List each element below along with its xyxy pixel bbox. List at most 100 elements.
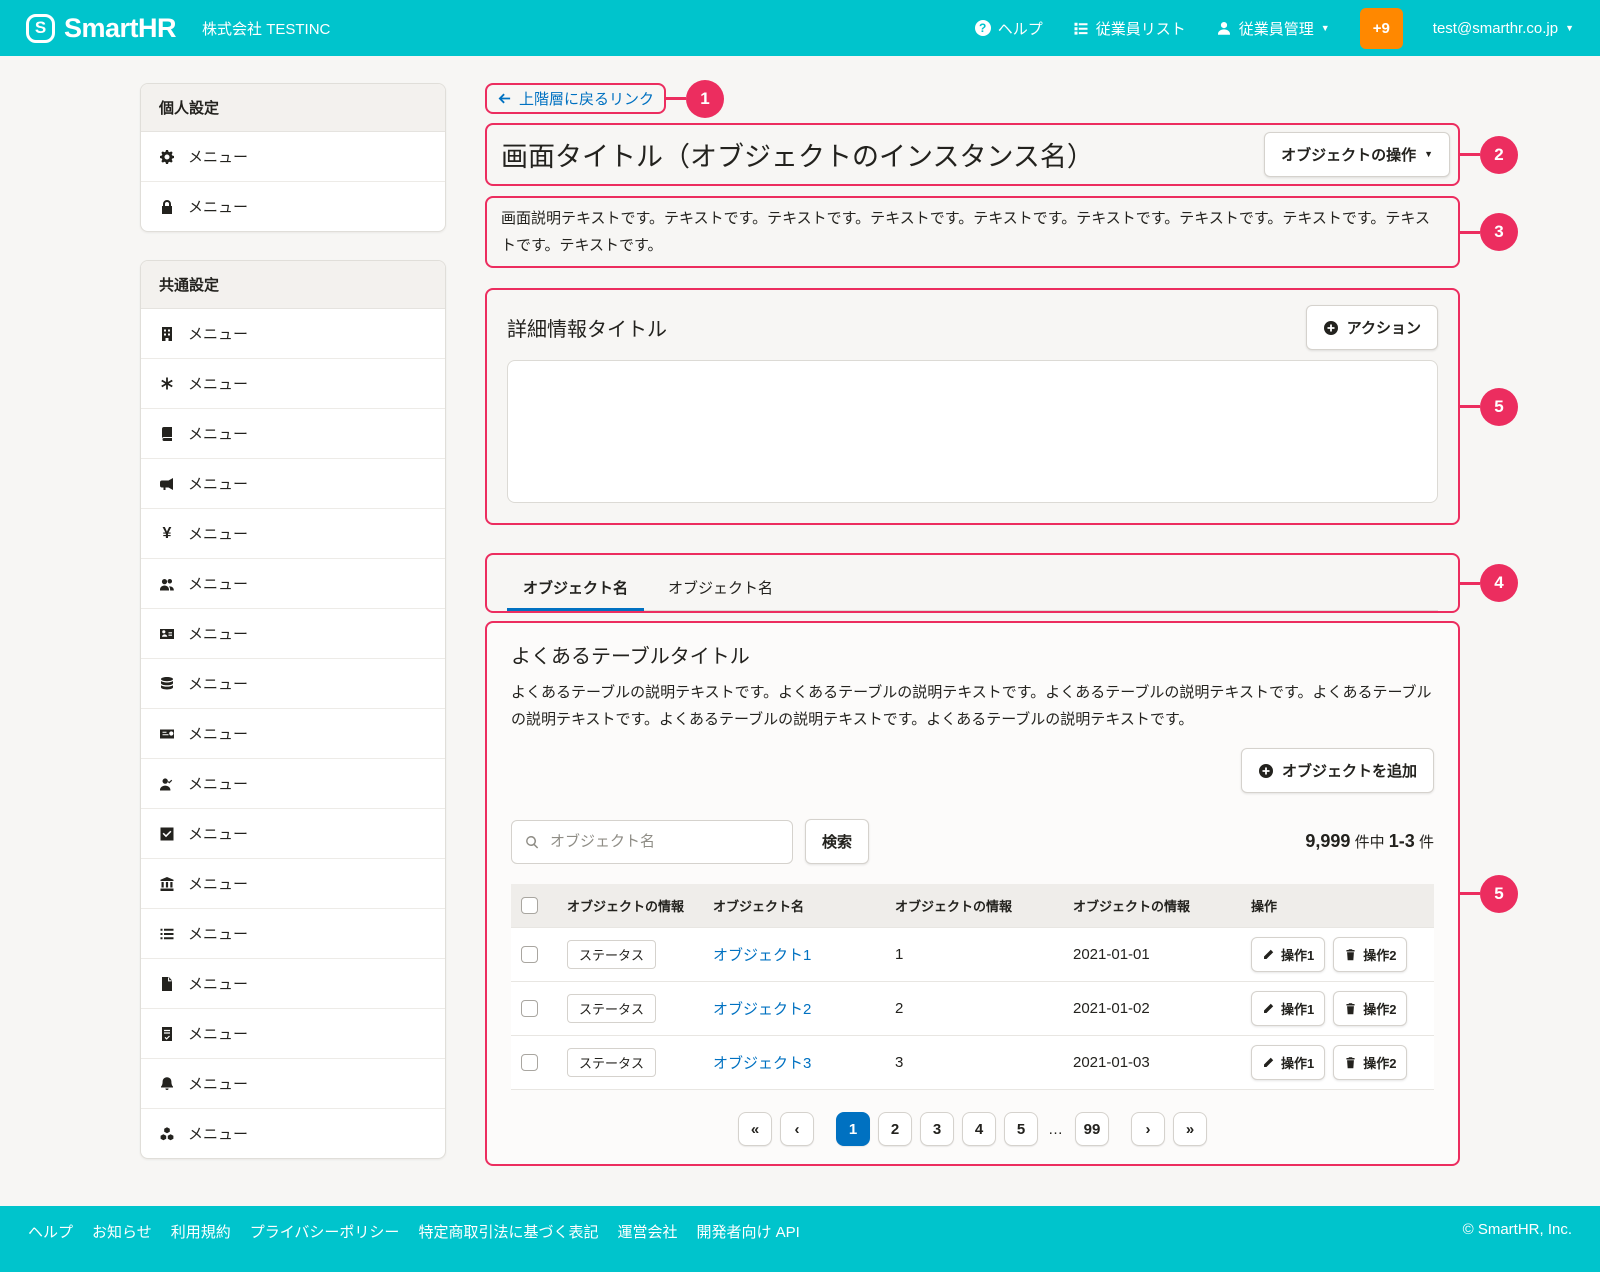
back-to-parent-link[interactable]: 上階層に戻るリンク [497, 88, 654, 109]
sidebar-item-menu[interactable]: メニュー [141, 309, 445, 359]
sidebar-item-menu[interactable]: メニュー [141, 809, 445, 859]
footer-link-developer-api[interactable]: 開発者向け API [696, 1221, 799, 1242]
footer-link-terms[interactable]: 利用規約 [171, 1221, 231, 1242]
sidebar-item-menu[interactable]: メニュー [141, 859, 445, 909]
tab-bar: オブジェクト名 オブジェクト名 [507, 567, 1438, 611]
sidebar-item-menu[interactable]: メニュー [141, 132, 445, 182]
pagination-page-2[interactable]: 2 [878, 1112, 912, 1146]
sidebar-item-menu[interactable]: メニュー [141, 1109, 445, 1158]
object-link[interactable]: オブジェクト2 [713, 1001, 811, 1018]
sidebar-item-label: メニュー [188, 196, 248, 217]
edit-button[interactable]: 操作1 [1251, 1045, 1325, 1080]
table-section-title: よくあるテーブルタイトル [511, 640, 1434, 669]
footer-link-commerce-law[interactable]: 特定商取引法に基づく表記 [418, 1221, 598, 1242]
sidebar-item-menu[interactable]: メニュー [141, 182, 445, 231]
sidebar-item-menu[interactable]: メニュー [141, 1059, 445, 1109]
building-icon [159, 326, 175, 342]
page-title: 画面タイトル（オブジェクトのインスタンス名） [501, 135, 1094, 174]
sidebar-item-menu[interactable]: メニュー [141, 359, 445, 409]
pagination-last-button[interactable]: » [1173, 1112, 1207, 1146]
search-field[interactable] [511, 820, 793, 864]
pagination-page-99[interactable]: 99 [1075, 1112, 1109, 1146]
pagination-first-button[interactable]: « [738, 1112, 772, 1146]
page-description: 画面説明テキストです。テキストです。テキストです。テキストです。テキストです。テ… [501, 210, 1430, 254]
company-name: 株式会社 TESTINC [202, 18, 330, 39]
search-input[interactable] [548, 832, 780, 851]
account-dropdown[interactable]: test@smarthr.co.jp ▼ [1433, 20, 1574, 37]
sidebar-item-label: メニュー [188, 923, 248, 944]
sidebar-item-menu[interactable]: メニュー [141, 409, 445, 459]
result-count-total: 9,999 [1305, 831, 1350, 851]
lock-icon [159, 199, 175, 215]
edit-button[interactable]: 操作1 [1251, 937, 1325, 972]
pagination-next-button[interactable]: › [1131, 1112, 1165, 1146]
delete-button[interactable]: 操作2 [1333, 937, 1407, 972]
sidebar-item-menu[interactable]: メニュー [141, 659, 445, 709]
delete-button-label: 操作2 [1363, 945, 1396, 964]
sidebar-item-menu[interactable]: メニュー [141, 959, 445, 1009]
landmark-icon [159, 876, 175, 892]
sidebar-item-menu[interactable]: メニュー [141, 1009, 445, 1059]
object-link[interactable]: オブジェクト1 [713, 947, 811, 964]
sidebar-item-menu[interactable]: ¥ メニュー [141, 509, 445, 559]
footer-link-privacy[interactable]: プライバシーポリシー [250, 1221, 400, 1242]
sidebar-item-label: メニュー [188, 973, 248, 994]
row-checkbox[interactable] [521, 1000, 538, 1017]
sidebar-item-menu[interactable]: メニュー [141, 609, 445, 659]
annotation-badge-2: 2 [1480, 136, 1518, 174]
sidebar-item-label: メニュー [188, 473, 248, 494]
users-icon [159, 576, 175, 592]
footer-link-company[interactable]: 運営会社 [617, 1221, 677, 1242]
row-checkbox[interactable] [521, 1054, 538, 1071]
notification-count-badge[interactable]: +9 [1360, 8, 1403, 49]
employee-list-nav-link[interactable]: 従業員リスト [1073, 18, 1186, 39]
employee-admin-dropdown[interactable]: 従業員管理 ▼ [1216, 18, 1330, 39]
edit-button[interactable]: 操作1 [1251, 991, 1325, 1026]
pagination-prev-button[interactable]: ‹ [780, 1112, 814, 1146]
row-checkbox[interactable] [521, 946, 538, 963]
tab-object-1[interactable]: オブジェクト名 [507, 567, 644, 610]
back-link-annotation-box: 上階層に戻るリンク 1 [485, 83, 666, 114]
object-info-cell: 1 [885, 928, 1063, 982]
delete-button[interactable]: 操作2 [1333, 1045, 1407, 1080]
table-section-annotation-box: よくあるテーブルタイトル よくあるテーブルの説明テキストです。よくあるテーブルの… [485, 621, 1460, 1166]
sidebar-item-label: メニュー [188, 573, 248, 594]
annotation-badge-3: 3 [1480, 213, 1518, 251]
detail-panel-annotation-box: 詳細情報タイトル アクション 5 [485, 288, 1460, 525]
delete-button[interactable]: 操作2 [1333, 991, 1407, 1026]
smarthr-logo[interactable]: S SmartHR [26, 13, 176, 44]
table-section-description: よくあるテーブルの説明テキストです。よくあるテーブルの説明テキストです。よくある… [511, 679, 1434, 733]
tab-object-2[interactable]: オブジェクト名 [652, 567, 789, 610]
object-info-cell: 2 [885, 982, 1063, 1036]
sidebar-item-menu[interactable]: メニュー [141, 909, 445, 959]
add-object-button[interactable]: オブジェクトを追加 [1241, 748, 1434, 793]
sidebar-item-label: メニュー [188, 323, 248, 344]
title-row-annotation-box: 画面タイトル（オブジェクトのインスタンス名） オブジェクトの操作 ▼ 2 [485, 123, 1460, 186]
footer-link-news[interactable]: お知らせ [92, 1221, 152, 1242]
sidebar-item-menu[interactable]: メニュー [141, 459, 445, 509]
action-button[interactable]: アクション [1306, 305, 1438, 350]
sidebar-item-menu[interactable]: メニュー [141, 709, 445, 759]
sidebar-item-label: メニュー [188, 873, 248, 894]
pagination-page-3[interactable]: 3 [920, 1112, 954, 1146]
select-all-checkbox[interactable] [521, 897, 538, 914]
footer-links: ヘルプ お知らせ 利用規約 プライバシーポリシー 特定商取引法に基づく表記 運営… [28, 1221, 800, 1242]
object-actions-dropdown-button[interactable]: オブジェクトの操作 ▼ [1264, 132, 1450, 177]
pagination-page-4[interactable]: 4 [962, 1112, 996, 1146]
sidebar-item-label: メニュー [188, 1073, 248, 1094]
sidebar-item-menu[interactable]: メニュー [141, 559, 445, 609]
object-date-cell: 2021-01-02 [1063, 982, 1241, 1036]
object-link[interactable]: オブジェクト3 [713, 1055, 811, 1072]
footer-link-help[interactable]: ヘルプ [28, 1221, 73, 1242]
trash-icon [1344, 1002, 1357, 1015]
column-header: オブジェクトの情報 [885, 884, 1063, 928]
search-button[interactable]: 検索 [805, 819, 869, 864]
sidebar-item-label: メニュー [188, 673, 248, 694]
pencil-icon [1262, 1002, 1275, 1015]
object-info-cell: 3 [885, 1036, 1063, 1090]
pagination-page-1[interactable]: 1 [836, 1112, 870, 1146]
pagination-page-5[interactable]: 5 [1004, 1112, 1038, 1146]
help-nav-link[interactable]: ? ヘルプ [975, 18, 1043, 39]
sidebar-item-menu[interactable]: メニュー [141, 759, 445, 809]
money-check-icon [159, 726, 175, 742]
